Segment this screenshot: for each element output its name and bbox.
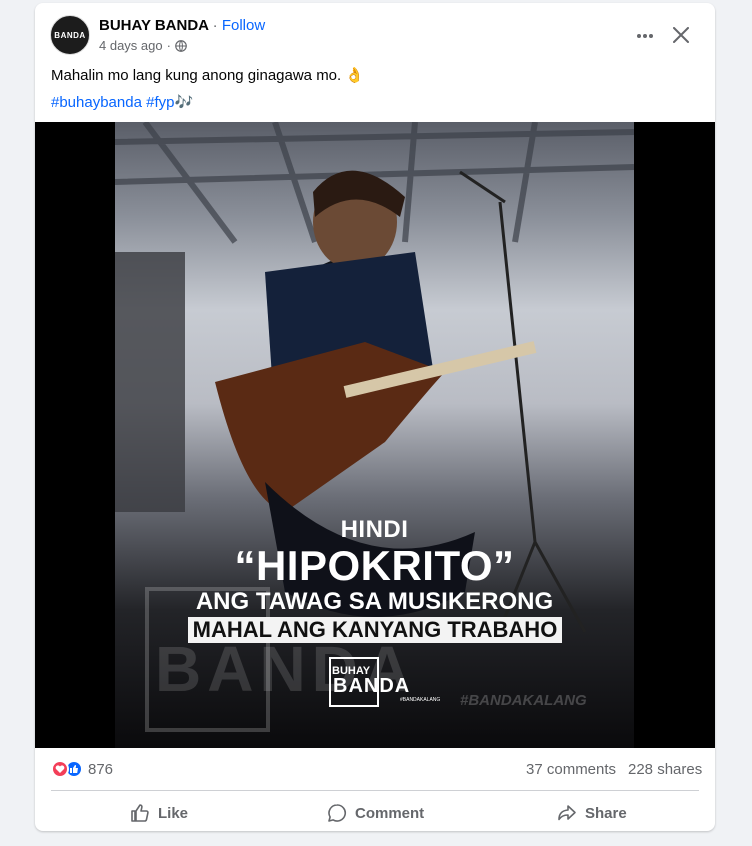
actions-divider <box>51 790 699 791</box>
meta-separator: · <box>166 38 171 53</box>
image-text-line4: MAHAL ANG KANYANG TRABAHO <box>192 617 558 642</box>
image-text-line1: HINDI <box>340 516 409 543</box>
follow-button[interactable]: Follow <box>222 17 265 34</box>
name-separator: · <box>212 17 218 34</box>
post-photo[interactable]: BANDA #BANDAKALANG HINDI “HIPOKRITO” ANG… <box>115 122 634 748</box>
love-reaction-icon <box>51 760 69 778</box>
hashtags: #buhaybanda #fyp🎶 <box>51 93 193 111</box>
page-name-row: BUHAY BANDA · Follow <box>99 17 265 34</box>
hashtag-fyp[interactable]: #fyp <box>146 94 174 111</box>
shares-count[interactable]: 228 shares <box>628 761 702 778</box>
comment-button[interactable]: Comment <box>327 800 424 826</box>
more-button[interactable] <box>632 23 658 49</box>
share-icon <box>558 805 576 821</box>
watermark-tag: #BANDAKALANG <box>460 692 587 709</box>
like-button[interactable]: Like <box>130 800 188 826</box>
avatar-text: BANDA <box>54 30 86 40</box>
page-name[interactable]: BUHAY BANDA <box>99 17 208 34</box>
avatar[interactable]: BANDA <box>50 15 90 55</box>
comments-count[interactable]: 37 comments <box>526 761 616 778</box>
brand-logo-main: BANDA <box>333 675 411 697</box>
image-text-highlight: MAHAL ANG KANYANG TRABAHO <box>188 617 562 643</box>
share-button[interactable]: Share <box>557 800 627 826</box>
hashtag-buhaybanda[interactable]: #buhaybanda <box>51 94 142 111</box>
post-card: BANDA BUHAY BANDA · Follow 4 days ago · <box>35 3 715 831</box>
close-icon <box>673 27 689 43</box>
comment-label: Comment <box>355 804 425 822</box>
timestamp[interactable]: 4 days ago <box>99 38 163 53</box>
image-text-line2: “HIPOKRITO” <box>234 542 515 589</box>
post-header: BANDA BUHAY BANDA · Follow 4 days ago · <box>35 3 715 61</box>
post-caption: Mahalin mo lang kung anong ginagawa mo. … <box>51 67 365 84</box>
brand-logo-sub: #BANDAKALANG <box>400 697 441 703</box>
post-media[interactable]: BANDA #BANDAKALANG HINDI “HIPOKRITO” ANG… <box>35 122 715 748</box>
globe-icon <box>175 39 187 52</box>
like-label: Like <box>158 804 189 822</box>
comment-icon <box>328 804 346 822</box>
thumbs-up-icon <box>131 804 149 822</box>
more-icon <box>637 34 653 38</box>
reactions-count: 876 <box>88 760 114 778</box>
share-label: Share <box>585 804 627 822</box>
close-button[interactable] <box>667 21 695 49</box>
music-emoji: 🎶 <box>174 94 194 111</box>
post-meta: 4 days ago · <box>99 38 187 53</box>
reactions-summary[interactable]: 876 <box>51 760 113 778</box>
image-text-line3: ANG TAWAG SA MUSIKERONG <box>195 588 554 615</box>
